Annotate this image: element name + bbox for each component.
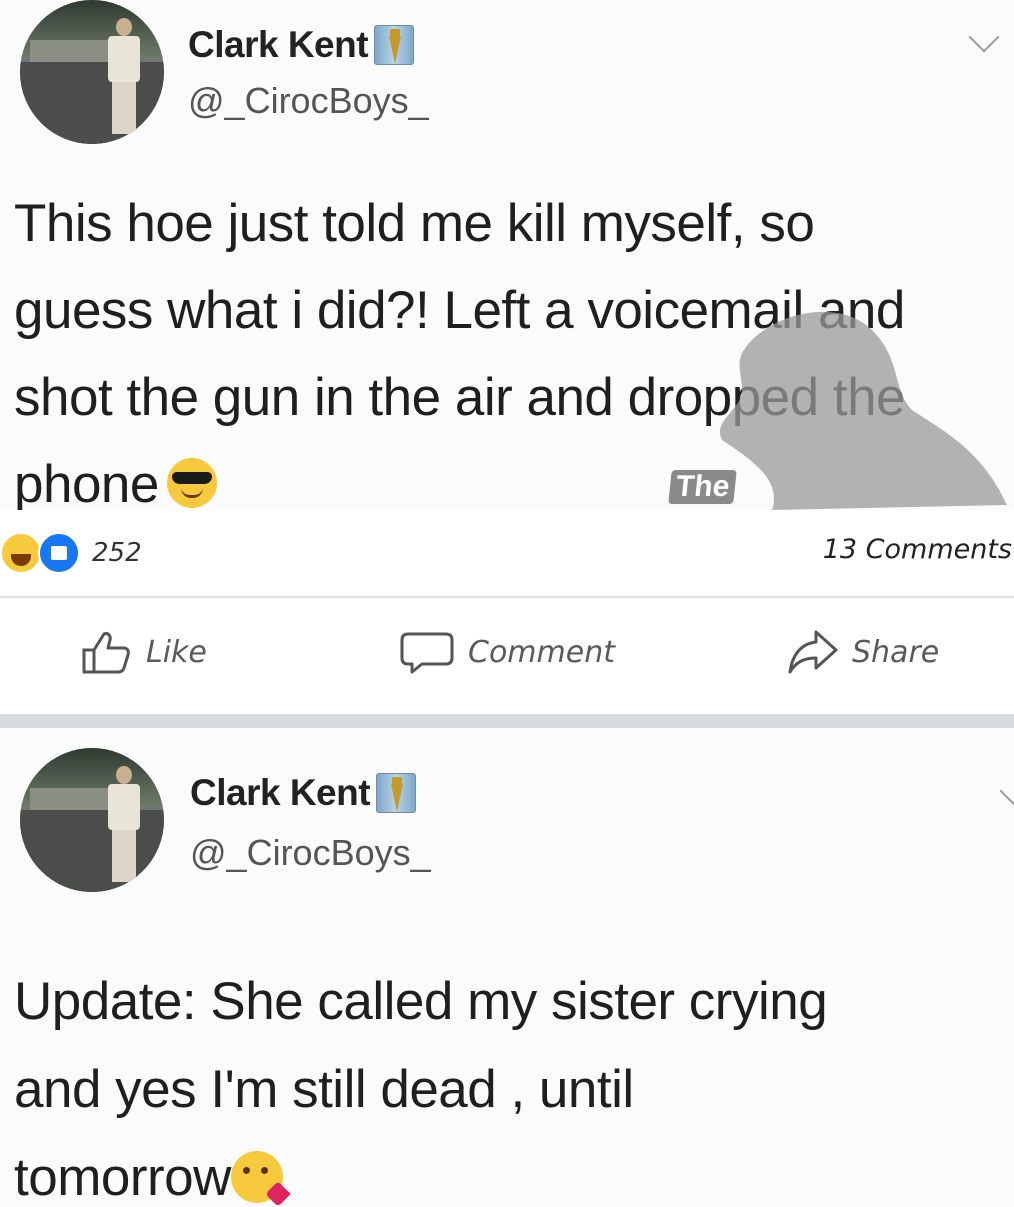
- tie-icon: [376, 773, 417, 813]
- reaction-count: 252: [92, 538, 142, 568]
- user-handle[interactable]: @_CirocBoys_: [188, 80, 429, 122]
- watermark-label: The: [668, 470, 738, 504]
- tweet-text-line: tomorrow: [14, 1148, 231, 1207]
- author-name-row: Clark Kent: [188, 24, 415, 66]
- tweet-card-bottom: Clark Kent @_CirocBoys_ Update: She call…: [0, 728, 1014, 1207]
- like-icon: [82, 632, 130, 674]
- author-name-row: Clark Kent: [190, 772, 417, 814]
- kiss-emoji: [230, 1151, 291, 1207]
- tweet-text-line: This hoe just told me kill myself, so: [14, 194, 815, 253]
- comments-count[interactable]: 13 Comments: [823, 534, 1012, 565]
- tweet-card-top: Clark Kent @_CirocBoys_ This hoe just to…: [0, 0, 1014, 514]
- tweet-text: Update: She called my sister crying and …: [14, 958, 828, 1207]
- tie-icon: [374, 25, 415, 65]
- user-handle[interactable]: @_CirocBoys_: [190, 832, 431, 874]
- display-name[interactable]: Clark Kent: [188, 24, 369, 66]
- section-separator: [0, 714, 1014, 728]
- share-label: Share: [852, 634, 940, 670]
- tweet-text-line: Update: She called my sister crying: [14, 972, 828, 1031]
- comment-button[interactable]: Comment: [400, 628, 615, 676]
- share-button[interactable]: Share: [786, 628, 939, 676]
- tweet-text-line: phone: [14, 455, 159, 514]
- tweet-text-line-last: tomorrow: [14, 1134, 827, 1207]
- tweet-text-line: and yes I'm still dead , until: [14, 1060, 634, 1119]
- divider: [0, 596, 1014, 598]
- chevron-down-icon[interactable]: [968, 21, 1000, 53]
- sunglasses-emoji: [166, 458, 217, 508]
- watermark-silhouette-icon: [719, 311, 1007, 510]
- reaction-summary[interactable]: 252: [0, 532, 142, 574]
- avatar[interactable]: [20, 0, 164, 144]
- like-reaction-icon: [38, 532, 80, 574]
- like-button[interactable]: Like: [80, 628, 207, 676]
- avatar[interactable]: [20, 748, 164, 892]
- share-icon: [788, 630, 838, 674]
- haha-reaction-icon: [0, 532, 42, 574]
- display-name[interactable]: Clark Kent: [190, 772, 371, 814]
- chevron-down-icon[interactable]: [999, 775, 1014, 807]
- like-label: Like: [146, 634, 207, 670]
- comment-icon: [400, 632, 454, 674]
- comment-label: Comment: [468, 634, 615, 670]
